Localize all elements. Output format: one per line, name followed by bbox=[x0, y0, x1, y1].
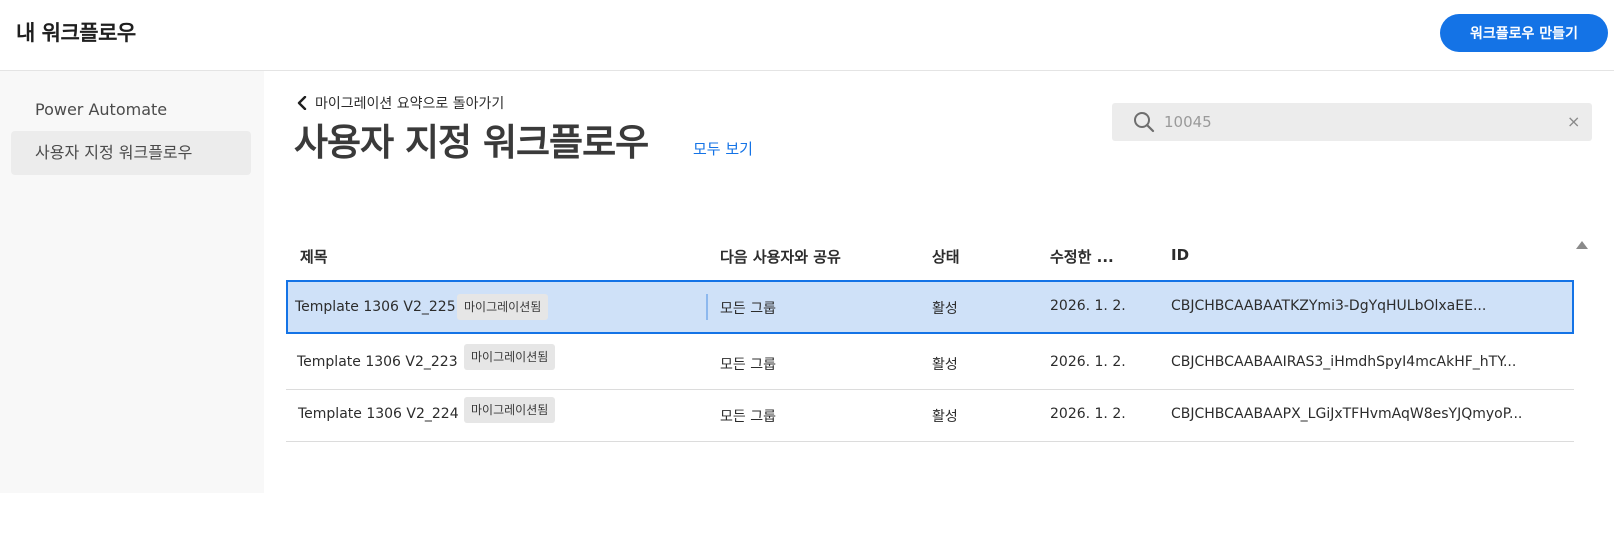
sidebar-item-power-automate[interactable]: Power Automate bbox=[11, 88, 251, 132]
row-status: 활성 bbox=[932, 409, 958, 425]
row-title: Template 1306 V2_224 bbox=[298, 406, 459, 422]
chevron-left-icon bbox=[297, 96, 307, 110]
row-modified: 2026. 1. 2. bbox=[1050, 298, 1126, 314]
table-row[interactable]: Template 1306 V2_223 마이그레이션됨 모든 그룹 활성 20… bbox=[286, 336, 1574, 390]
search-input[interactable] bbox=[1164, 103, 1544, 141]
row-shared-with: 모든 그룹 bbox=[720, 301, 776, 317]
row-modified: 2026. 1. 2. bbox=[1050, 354, 1126, 370]
migrated-badge: 마이그레이션됨 bbox=[457, 294, 549, 320]
row-title: Template 1306 V2_225 bbox=[295, 299, 456, 315]
column-header-modified[interactable]: 수정한 ... bbox=[1050, 246, 1114, 267]
scroll-up-arrow-icon[interactable] bbox=[1575, 240, 1589, 250]
row-id: CBJCHBCAABAATKZYmi3-DgYqHULbOlxaEE... bbox=[1171, 298, 1487, 314]
top-bar: 내 워크플로우 워크플로우 만들기 bbox=[0, 0, 1614, 71]
row-status: 활성 bbox=[932, 357, 958, 373]
row-shared-with: 모든 그룹 bbox=[720, 409, 776, 425]
vertical-scrollbar[interactable] bbox=[1573, 258, 1589, 458]
row-id: CBJCHBCAABAAPX_LGiJxTFHvmAqW8esYJQmyoP..… bbox=[1171, 406, 1523, 422]
back-link-label: 마이그레이션 요약으로 돌아가기 bbox=[315, 96, 505, 112]
app-title: 내 워크플로우 bbox=[16, 21, 136, 45]
migrated-badge: 마이그레이션됨 bbox=[464, 344, 556, 370]
row-title: Template 1306 V2_223 bbox=[297, 354, 458, 370]
search-icon bbox=[1134, 112, 1155, 133]
table-row[interactable]: Template 1306 V2_224 마이그레이션됨 모든 그룹 활성 20… bbox=[286, 390, 1574, 442]
column-resize-handle[interactable] bbox=[706, 294, 708, 320]
search-box: × bbox=[1112, 103, 1592, 141]
back-to-migration-summary-link[interactable]: 마이그레이션 요약으로 돌아가기 bbox=[297, 93, 504, 113]
view-all-link[interactable]: 모두 보기 bbox=[693, 138, 753, 159]
page-title: 사용자 지정 워크플로우 bbox=[294, 121, 649, 164]
close-icon[interactable]: × bbox=[1567, 112, 1580, 131]
column-header-status[interactable]: 상태 bbox=[932, 246, 960, 267]
row-shared-with: 모든 그룹 bbox=[720, 357, 776, 373]
migrated-badge: 마이그레이션됨 bbox=[464, 397, 556, 423]
column-header-id[interactable]: ID bbox=[1171, 246, 1189, 264]
column-header-shared-with[interactable]: 다음 사용자와 공유 bbox=[720, 246, 841, 267]
create-workflow-button[interactable]: 워크플로우 만들기 bbox=[1440, 14, 1608, 52]
row-modified: 2026. 1. 2. bbox=[1050, 406, 1126, 422]
sidebar-item-custom-workflows[interactable]: 사용자 지정 워크플로우 bbox=[11, 131, 251, 175]
sidebar: Power Automate 사용자 지정 워크플로우 bbox=[0, 71, 264, 493]
column-header-title[interactable]: 제목 bbox=[300, 246, 328, 267]
table-row[interactable]: Template 1306 V2_225 마이그레이션됨 모든 그룹 활성 20… bbox=[286, 280, 1574, 334]
row-id: CBJCHBCAABAAIRAS3_iHmdhSpyI4mcAkHF_hTY..… bbox=[1171, 354, 1517, 370]
row-status: 활성 bbox=[932, 301, 958, 317]
